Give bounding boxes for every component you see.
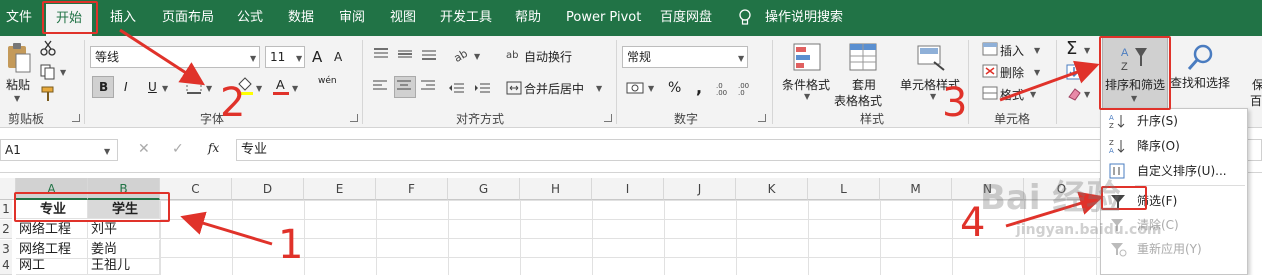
annotation-number-2: 2 <box>220 80 246 126</box>
annotation-number-3: 3 <box>942 80 968 126</box>
annotation-number-1: 1 <box>278 222 304 268</box>
watermark-logo: Bai 经验 <box>980 178 1121 218</box>
watermark-url: jingyan.baidu.com <box>1016 222 1162 238</box>
